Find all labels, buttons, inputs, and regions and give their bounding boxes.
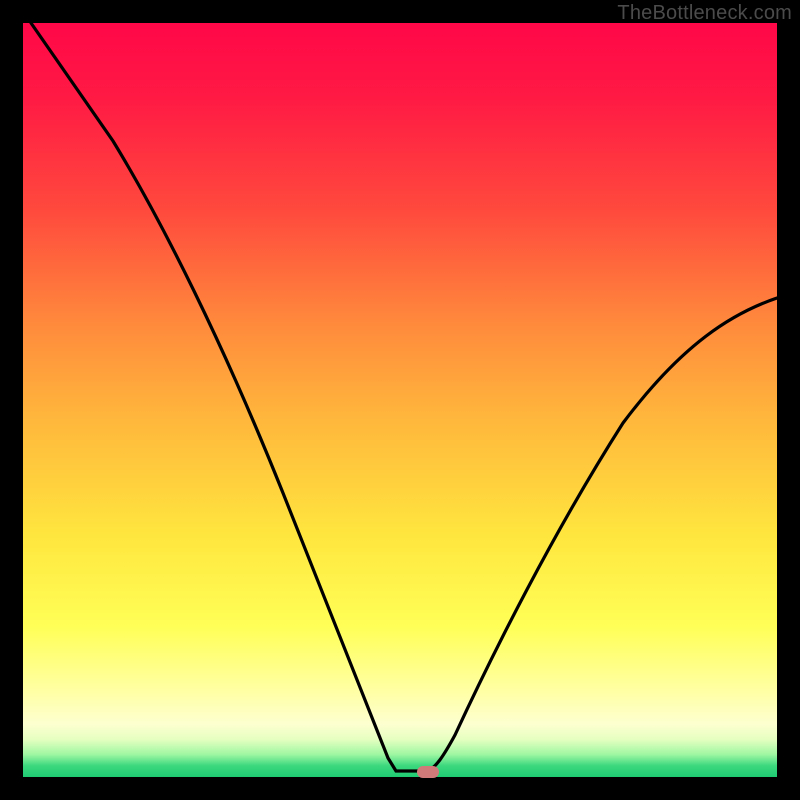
optimal-point-marker	[417, 766, 439, 778]
curve-path	[31, 23, 777, 771]
chart-frame: TheBottleneck.com	[0, 0, 800, 800]
plot-area	[23, 23, 777, 777]
bottleneck-curve	[23, 23, 777, 777]
watermark-text: TheBottleneck.com	[617, 2, 792, 25]
